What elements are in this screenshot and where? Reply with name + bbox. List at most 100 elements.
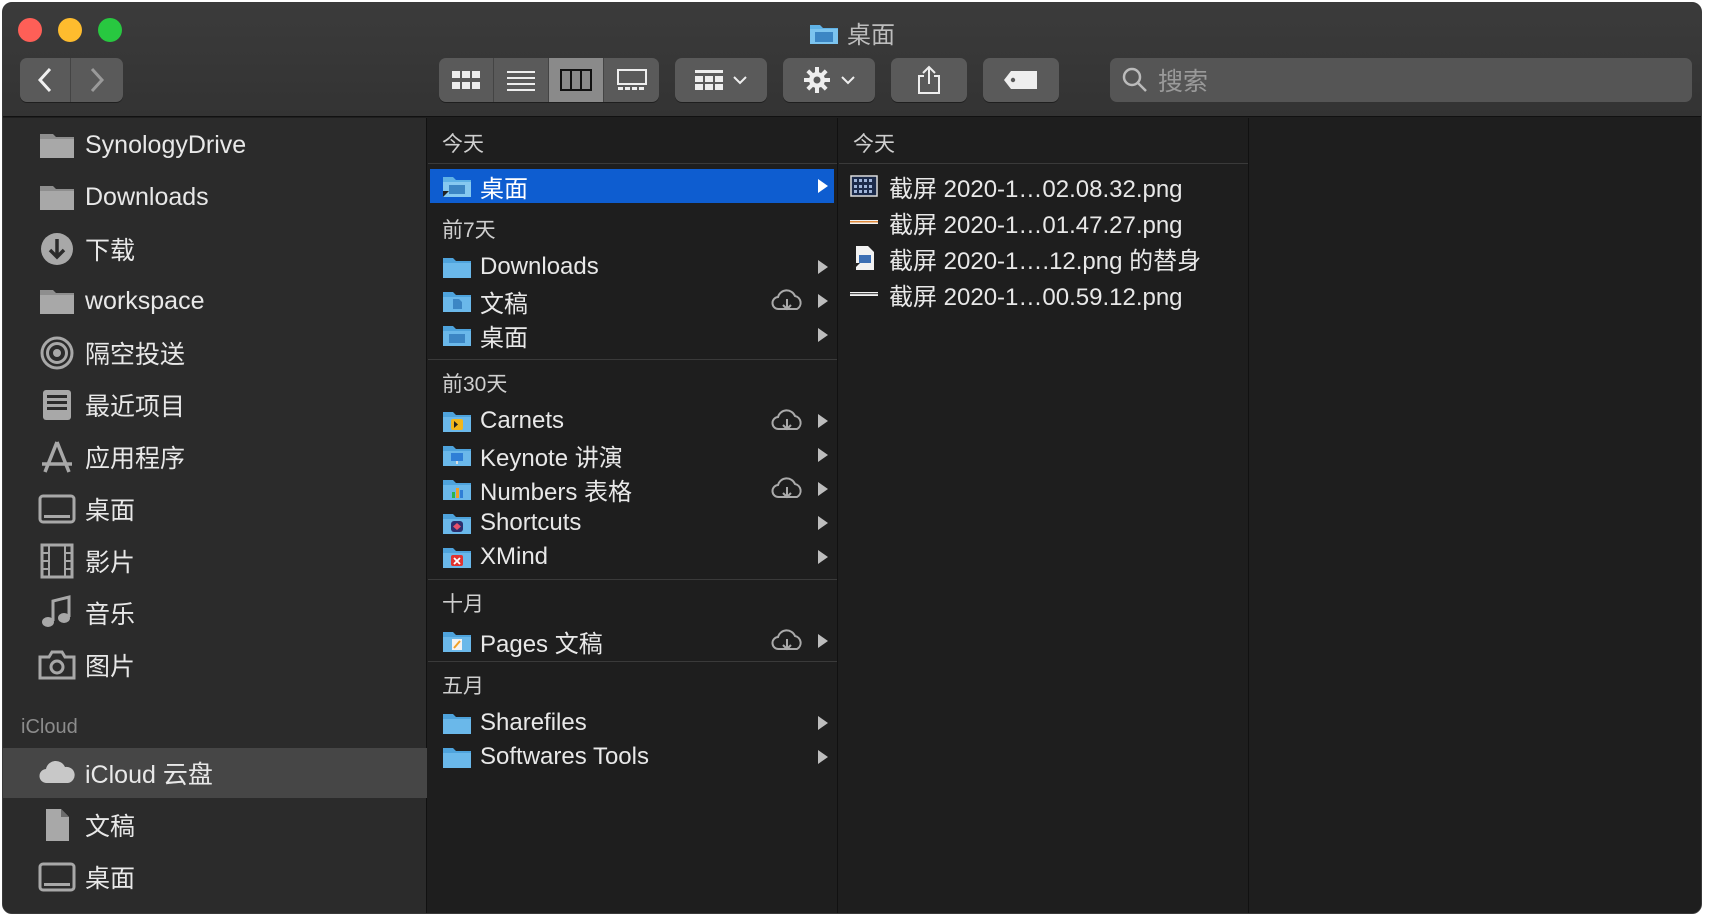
desktop-icon <box>38 494 76 524</box>
folder-icon <box>443 258 471 278</box>
cloud-download-icon[interactable] <box>770 289 804 313</box>
sidebar-item-label: 应用程序 <box>85 445 186 473</box>
music-icon <box>42 595 71 627</box>
folder-label: Downloads <box>480 253 599 280</box>
screenshot-thumbnail-icon <box>850 175 878 197</box>
airdrop-icon <box>40 336 74 370</box>
sidebar-item-label: 最近项目 <box>85 393 186 421</box>
folder-label: Pages 文稿 <box>480 630 603 658</box>
keynote-app-folder-icon <box>443 446 471 466</box>
folder-label: XMind <box>480 543 549 570</box>
sidebar-item-label: 下载 <box>85 237 136 265</box>
folder-row-desktop-alias[interactable]: 桌面 <box>430 169 834 203</box>
share-control <box>891 58 967 102</box>
disclosure-arrow-icon <box>818 414 828 428</box>
icon-grid-icon <box>452 71 480 89</box>
sidebar-item-workspace[interactable]: workspace <box>3 276 427 326</box>
file-row[interactable]: 截屏 2020-1…01.47.27.png <box>849 205 1239 239</box>
folder-icon <box>810 24 838 44</box>
action-menu-button[interactable] <box>783 58 875 102</box>
carnets-app-folder-icon <box>443 412 471 432</box>
sidebar-item-applications[interactable]: 应用程序 <box>3 432 427 482</box>
back-button[interactable] <box>20 58 71 102</box>
disclosure-arrow-icon <box>818 328 828 342</box>
tag-button[interactable] <box>983 58 1059 102</box>
file-row[interactable]: 截屏 2020-1….12.png 的替身 <box>849 241 1239 275</box>
sidebar-item-downloads-folder[interactable]: Downloads <box>3 172 427 222</box>
sidebar-item-icloud-documents[interactable]: 文稿 <box>3 800 427 850</box>
shortcuts-app-folder-icon <box>443 514 471 534</box>
icon-view-button[interactable] <box>439 58 494 102</box>
group-by-button[interactable] <box>675 58 767 102</box>
folder-row-carnets[interactable]: Carnets <box>430 404 834 438</box>
folder-icon <box>40 134 74 158</box>
sidebar-item-icloud-desktop[interactable]: 桌面 <box>3 852 427 902</box>
divider <box>428 661 837 662</box>
folder-row-shortcuts[interactable]: Shortcuts <box>430 506 834 540</box>
folder-label: Carnets <box>480 407 565 434</box>
cloud-download-icon[interactable] <box>770 477 804 501</box>
disclosure-arrow-icon <box>818 482 828 496</box>
file-label: 截屏 2020-1…00.59.12.png <box>889 283 1183 311</box>
xmind-app-folder-icon <box>443 548 471 568</box>
list-view-button[interactable] <box>494 58 549 102</box>
folder-icon <box>40 186 74 210</box>
folder-row-keynote[interactable]: Keynote 讲演 <box>430 438 834 472</box>
disclosure-arrow-icon <box>818 550 828 564</box>
share-icon <box>918 65 940 94</box>
sidebar-item-download[interactable]: 下载 <box>3 224 427 274</box>
group-by-control <box>675 58 767 102</box>
chevron-left-icon <box>37 67 52 93</box>
file-row[interactable]: 截屏 2020-1…02.08.32.png <box>849 169 1239 203</box>
forward-button[interactable] <box>71 58 122 102</box>
search-field[interactable]: 搜索 <box>1110 58 1692 102</box>
sidebar-item-music[interactable]: 音乐 <box>3 588 427 638</box>
numbers-app-folder-icon <box>443 480 471 500</box>
folder-row-softwares-tools[interactable]: Softwares Tools <box>430 740 834 774</box>
sidebar-item-movies[interactable]: 影片 <box>3 536 427 586</box>
sidebar-item-icloud-drive[interactable]: iCloud 云盘 <box>3 748 427 798</box>
cloud-download-icon[interactable] <box>770 409 804 433</box>
sidebar-item-recents[interactable]: 最近项目 <box>3 380 427 430</box>
camera-icon <box>38 650 76 680</box>
folder-row-documents[interactable]: 文稿 <box>430 284 834 318</box>
navigation-buttons <box>20 58 123 102</box>
share-button[interactable] <box>891 58 967 102</box>
folder-row-numbers[interactable]: Numbers 表格 <box>430 472 834 506</box>
folder-row-downloads[interactable]: Downloads <box>430 250 834 284</box>
column-desktop-contents: 今天 截屏 2020-1…02.08.32.png 截屏 2020-1…01.4… <box>839 118 1249 913</box>
sidebar-item-pictures[interactable]: 图片 <box>3 640 427 690</box>
group-grid-icon <box>695 70 723 90</box>
action-menu-control <box>783 58 875 102</box>
folder-row-xmind[interactable]: XMind <box>430 540 834 574</box>
folder-label: 文稿 <box>480 290 528 318</box>
sidebar-item-synologydrive[interactable]: SynologyDrive <box>3 120 427 170</box>
folder-label: Shortcuts <box>480 509 582 536</box>
column-recent-folders: 今天 桌面 前7天 Downloads 文稿 桌面 前30天 Carnets K… <box>428 118 838 913</box>
sidebar-item-label: iCloud 云盘 <box>85 761 213 789</box>
folder-label: 桌面 <box>480 324 528 352</box>
sidebar-item-desktop[interactable]: 桌面 <box>3 484 427 534</box>
gallery-icon <box>616 69 647 90</box>
applications-icon <box>42 441 72 473</box>
folder-icon <box>443 714 471 734</box>
cloud-download-icon[interactable] <box>770 629 804 653</box>
folder-row-pages[interactable]: Pages 文稿 <box>430 624 834 658</box>
sidebar-item-label: SynologyDrive <box>85 130 247 159</box>
sidebar-item-label: 桌面 <box>85 497 136 525</box>
sidebar-item-label: workspace <box>85 286 205 315</box>
folder-row-sharefiles[interactable]: Sharefiles <box>430 706 834 740</box>
desktop-folder-icon <box>443 326 471 346</box>
column-view-button[interactable] <box>549 58 604 102</box>
group-header-30-days: 前30天 <box>442 373 508 396</box>
sidebar-item-airdrop[interactable]: 隔空投送 <box>3 328 427 378</box>
gallery-view-button[interactable] <box>604 58 659 102</box>
desktop-icon <box>38 862 76 892</box>
file-row[interactable]: 截屏 2020-1…00.59.12.png <box>849 277 1239 311</box>
search-icon <box>1122 67 1147 92</box>
movies-icon <box>40 543 74 579</box>
folder-row-desktop[interactable]: 桌面 <box>430 318 834 352</box>
folder-label: Sharefiles <box>480 709 587 736</box>
screenshot-thumbnail-icon <box>850 292 878 296</box>
file-label: 截屏 2020-1…01.47.27.png <box>889 211 1183 239</box>
